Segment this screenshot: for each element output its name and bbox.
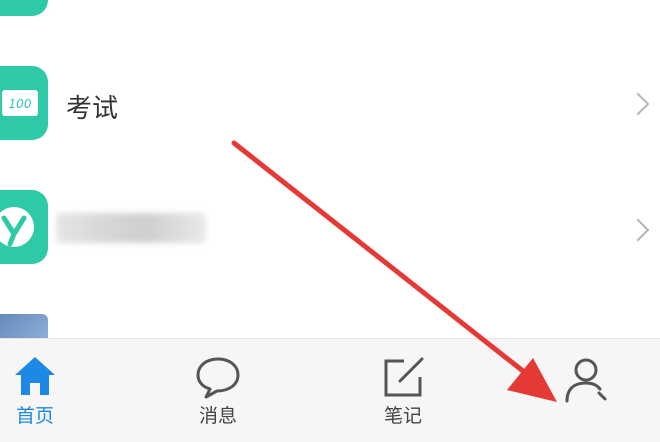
tab-home-label: 首页 (15, 405, 54, 427)
tab-notes-label: 笔记 (383, 405, 422, 427)
home-icon (10, 351, 60, 401)
tab-home[interactable]: 首页 (0, 339, 95, 442)
menu-list: 100 考试 (0, 0, 660, 344)
exam-label: 考试 (66, 94, 119, 124)
person-icon (561, 355, 611, 405)
blurred-label (56, 213, 206, 243)
chevron-right-icon (626, 218, 650, 242)
list-item-blurred[interactable] (0, 190, 660, 266)
chat-bubble-icon (193, 351, 243, 401)
tab-messages[interactable]: 消息 (158, 339, 278, 442)
app-item-icon (0, 0, 48, 16)
chevron-right-icon (626, 92, 650, 116)
tab-messages-label: 消息 (198, 405, 237, 427)
tab-profile[interactable] (526, 339, 646, 442)
y-logo-icon (0, 190, 48, 264)
list-item[interactable] (0, 0, 660, 18)
note-edit-icon (378, 351, 428, 401)
list-item-exam[interactable]: 100 考试 (0, 66, 660, 144)
svg-text:100: 100 (9, 97, 32, 111)
list-item[interactable] (0, 314, 660, 344)
tab-notes[interactable]: 笔记 (343, 339, 463, 442)
bottom-tab-bar: 首页 消息 笔记 (0, 338, 660, 442)
exam-100-icon: 100 (0, 66, 48, 140)
